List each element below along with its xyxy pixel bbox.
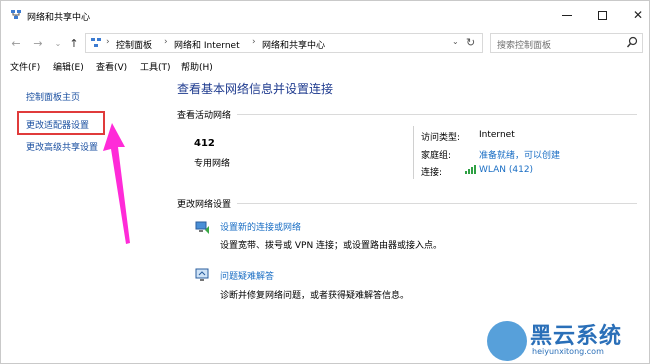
setup-new-connection-link[interactable]: 设置新的连接或网络 [220,220,301,233]
search-input[interactable]: 搜索控制面板 [490,33,643,53]
title-bar: 网络和共享中心 ✕ [1,1,650,31]
close-button[interactable]: ✕ [620,1,650,29]
sidebar-item-change-advanced-sharing[interactable]: 更改高级共享设置 [26,140,98,153]
forward-button[interactable]: → [31,35,45,51]
watermark-logo [487,321,527,361]
breadcrumb-separator: › [164,37,168,47]
refresh-icon[interactable]: ↻ [466,36,475,49]
breadcrumb-separator: › [252,37,256,47]
menu-bar: 文件(F) 编辑(E) 查看(V) 工具(T) 帮助(H) [1,58,650,74]
network-sharing-center-window: 网络和共享中心 ✕ ← → ⌄ ↑ › 控制面板 › 网络和 Internet … [0,0,650,364]
breadcrumb-network-internet[interactable]: 网络和 Internet [174,38,240,51]
network-center-icon [11,10,21,19]
menu-edit[interactable]: 编辑(E) [53,60,84,73]
section-divider [237,114,637,115]
address-bar[interactable]: › 控制面板 › 网络和 Internet › 网络和共享中心 ⌄ ↻ [85,33,483,53]
section-divider [237,203,637,204]
access-type-label: 访问类型: [421,133,461,143]
homegroup-link[interactable]: 准备就绪，可以创建 [479,148,560,161]
network-name: 412 [194,138,215,149]
back-button[interactable]: ← [9,35,23,51]
homegroup-label: 家庭组: [421,151,452,161]
menu-file[interactable]: 文件(F) [10,60,40,73]
wlan-connection-link[interactable]: WLAN (412) [479,165,533,175]
control-panel-icon [91,38,101,47]
watermark-title: 黑云系统 [530,324,623,349]
connection-label: 连接: [421,168,443,178]
maximize-icon [597,10,607,20]
pointer-arrow [103,123,130,244]
search-placeholder: 搜索控制面板 [497,41,552,51]
troubleshoot-icon [195,268,209,281]
search-icon[interactable] [626,36,638,50]
vertical-divider [413,126,414,179]
breadcrumb-network-sharing-center[interactable]: 网络和共享中心 [262,38,325,51]
breadcrumb-separator: › [106,37,110,47]
sidebar-item-control-panel-home[interactable]: 控制面板主页 [26,90,80,103]
new-connection-icon [195,221,209,234]
menu-view[interactable]: 查看(V) [96,60,127,73]
active-networks-title: 查看活动网络 [177,111,232,121]
menu-help[interactable]: 帮助(H) [181,60,213,73]
up-button[interactable]: ↑ [67,35,81,51]
network-category: 专用网络 [194,159,231,169]
window-title: 网络和共享中心 [27,13,91,23]
minimize-button[interactable] [549,1,585,29]
menu-tools[interactable]: 工具(T) [140,60,171,73]
access-type-value: Internet [479,130,515,140]
change-settings-title: 更改网络设置 [177,200,232,210]
page-title: 查看基本网络信息并设置连接 [177,82,334,96]
highlight-box [17,111,105,135]
troubleshoot-desc: 诊断并修复网络问题，或者获得疑难解答信息。 [220,291,410,301]
maximize-button[interactable] [584,1,620,29]
minimize-icon [562,14,572,16]
troubleshoot-link[interactable]: 问题疑难解答 [220,269,274,282]
recent-locations-button[interactable]: ⌄ [51,35,65,51]
wifi-signal-icon [465,165,476,174]
setup-new-connection-desc: 设置宽带、拨号或 VPN 连接；或设置路由器或接入点。 [220,241,443,251]
breadcrumb-control-panel[interactable]: 控制面板 [116,38,152,51]
watermark-url: heiyunxitong.com [532,347,604,356]
close-icon: ✕ [632,8,644,22]
address-dropdown-icon[interactable]: ⌄ [452,37,459,46]
